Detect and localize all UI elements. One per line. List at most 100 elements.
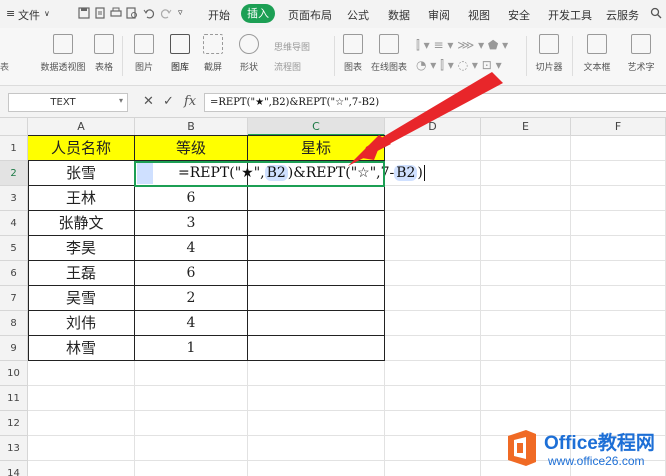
ribbon-divider — [526, 36, 527, 76]
column-header-d[interactable]: D — [385, 118, 481, 136]
header-stars: 星标 — [300, 139, 331, 157]
print-icon[interactable] — [110, 7, 122, 19]
tab-view[interactable]: 视图 — [468, 7, 490, 23]
insert-function-icon[interactable]: fx — [184, 94, 196, 109]
flowchart-button[interactable]: 流程图 — [274, 60, 301, 73]
tab-developer[interactable]: 开发工具 — [548, 7, 592, 23]
cell-a2[interactable]: 张雪 — [28, 161, 135, 186]
column-header-a[interactable]: A — [28, 118, 135, 136]
column-chart-icon[interactable]: ⫿ ▾ ≡ ▾ ⋙ ▾ ⬟ ▾ — [416, 38, 508, 53]
column-header-e[interactable]: E — [481, 118, 571, 136]
column-header-c[interactable]: C — [248, 118, 385, 136]
table-button[interactable]: 表格 — [92, 34, 116, 78]
cell-a8[interactable]: 刘伟 — [28, 311, 135, 336]
column-header-b[interactable]: B — [135, 118, 248, 136]
cancel-icon[interactable]: ✕ — [143, 94, 154, 109]
cell-a9[interactable]: 林雪 — [28, 336, 135, 361]
chevron-down-icon[interactable]: ▾ — [119, 96, 123, 105]
cell-c7[interactable] — [248, 286, 385, 311]
chart-button[interactable]: 图表 — [340, 34, 366, 78]
active-cell-c2[interactable] — [134, 161, 385, 187]
row-header-8[interactable]: 8 — [0, 311, 28, 336]
bar-chart-icon — [343, 34, 363, 54]
row-header-10[interactable]: 10 — [0, 361, 28, 386]
file-menu[interactable]: 文件 — [18, 7, 40, 23]
image-library-button[interactable]: 图库 — [164, 34, 196, 78]
hamburger-icon[interactable]: ≡ — [6, 7, 15, 20]
undo-icon[interactable] — [143, 7, 155, 19]
formula-input[interactable]: =REPT("★",B2)&REPT("☆",7-B2) — [204, 93, 666, 112]
cell-b3[interactable]: 6 — [135, 186, 248, 211]
column-header-f[interactable]: F — [571, 118, 666, 136]
row-header-1[interactable]: 1 — [0, 136, 28, 161]
row-header-12[interactable]: 12 — [0, 411, 28, 436]
select-all-corner[interactable] — [0, 118, 28, 136]
cell-c1[interactable]: 星标 — [248, 136, 385, 161]
row-header-2[interactable]: 2 — [0, 161, 28, 186]
save-icon[interactable] — [78, 7, 90, 19]
chevron-down-icon[interactable]: ∨ — [44, 9, 50, 18]
image-button[interactable]: 图片 — [128, 34, 160, 78]
cell-c4[interactable] — [248, 211, 385, 236]
row-header-9[interactable]: 9 — [0, 336, 28, 361]
textbox-button[interactable]: 文本框 — [578, 34, 616, 78]
cell-c8[interactable] — [248, 311, 385, 336]
menu-bar: ≡ 文件 ∨ ▿ 开始 插入 页面布局 公式 数据 审阅 视图 安全 开发工具 … — [0, 0, 666, 28]
mindmap-button[interactable]: 思维导图 — [274, 40, 310, 53]
slicer-button[interactable]: 切片器 — [532, 34, 566, 78]
cell-b7[interactable]: 2 — [135, 286, 248, 311]
tab-security[interactable]: 安全 — [508, 7, 530, 23]
row-header-5[interactable]: 5 — [0, 236, 28, 261]
row-header-4[interactable]: 4 — [0, 211, 28, 236]
ribbon-cut-label: 表 — [0, 63, 10, 73]
shapes-button[interactable]: 形状 — [234, 34, 264, 78]
cell-a1[interactable]: 人员名称 — [28, 136, 135, 161]
confirm-icon[interactable]: ✓ — [163, 94, 174, 109]
cell-c5[interactable] — [248, 236, 385, 261]
watermark-url: www.office26.com — [548, 454, 645, 468]
cell-b5[interactable]: 4 — [135, 236, 248, 261]
cell-b9[interactable]: 1 — [135, 336, 248, 361]
cell-reference-b2: B2 — [394, 165, 418, 181]
cell-b4[interactable]: 3 — [135, 211, 248, 236]
search-icon[interactable] — [650, 7, 662, 19]
cell-a7[interactable]: 吴雪 — [28, 286, 135, 311]
cell-b1[interactable]: 等级 — [135, 136, 248, 161]
cell-b6[interactable]: 6 — [135, 261, 248, 286]
header-name: 人员名称 — [50, 139, 111, 157]
line-chart-icon[interactable]: ◔ ▾ ⫿ ▾ ◌ ▾ ⊡ ▾ — [416, 58, 502, 73]
ribbon-divider — [122, 36, 123, 76]
tab-review[interactable]: 审阅 — [428, 7, 450, 23]
row-header-11[interactable]: 11 — [0, 386, 28, 411]
online-chart-button[interactable]: 在线图表 — [368, 34, 410, 78]
tab-page-layout[interactable]: 页面布局 — [288, 7, 332, 23]
row-header-7[interactable]: 7 — [0, 286, 28, 311]
tab-home[interactable]: 开始 — [208, 7, 230, 23]
tab-cloud[interactable]: 云服务 — [606, 7, 639, 23]
cell-c6[interactable] — [248, 261, 385, 286]
art-text-icon — [631, 34, 651, 54]
row-header-14[interactable]: 14 — [0, 461, 28, 476]
redo-icon[interactable] — [160, 7, 172, 19]
row-header-6[interactable]: 6 — [0, 261, 28, 286]
cell-b8[interactable]: 4 — [135, 311, 248, 336]
tab-insert[interactable]: 插入 — [241, 4, 275, 23]
cell-a4[interactable]: 张静文 — [28, 211, 135, 236]
cell-c3[interactable] — [248, 186, 385, 211]
screenshot-button[interactable]: 截屏 — [198, 34, 228, 78]
art-text-button[interactable]: 艺术字 — [620, 34, 662, 78]
tab-formulas[interactable]: 公式 — [347, 7, 369, 23]
cell-a3[interactable]: 王林 — [28, 186, 135, 211]
cell-a6[interactable]: 王磊 — [28, 261, 135, 286]
cell-c9[interactable] — [248, 336, 385, 361]
row-header-3[interactable]: 3 — [0, 186, 28, 211]
tab-data[interactable]: 数据 — [388, 7, 410, 23]
row-header-13[interactable]: 13 — [0, 436, 28, 461]
print-preview-icon[interactable] — [126, 7, 138, 19]
export-pdf-icon[interactable] — [94, 7, 106, 19]
cell-a5[interactable]: 李昊 — [28, 236, 135, 261]
name-box[interactable]: TEXT ▾ — [8, 93, 128, 112]
pivot-chart-button[interactable]: 数据透视图 — [36, 34, 90, 78]
customize-toolbar-icon[interactable]: ▿ — [178, 8, 183, 18]
shapes-icon — [239, 34, 259, 54]
